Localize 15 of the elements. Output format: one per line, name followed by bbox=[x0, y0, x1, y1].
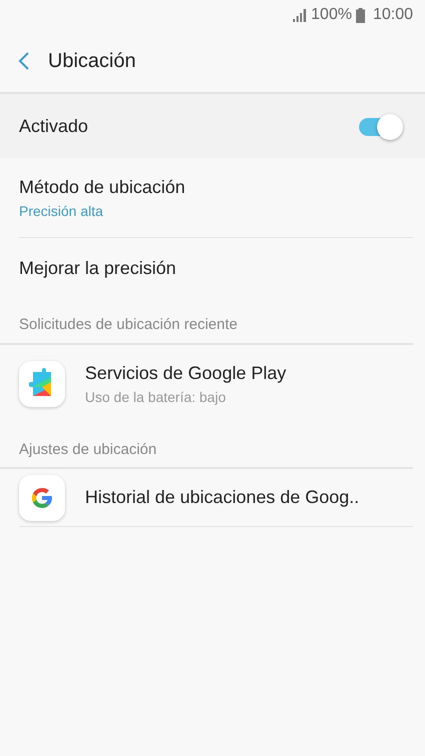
setting-title[interactable]: Método de ubicación bbox=[19, 174, 186, 200]
app-title[interactable]: Historial de ubicaciones de Goog.. bbox=[85, 484, 360, 511]
setting-value: Precisión alta bbox=[19, 202, 104, 220]
clock: 10:00 bbox=[372, 5, 413, 25]
toggle-switch[interactable] bbox=[357, 113, 403, 139]
signal-icon bbox=[293, 8, 308, 22]
battery-icon bbox=[356, 8, 365, 22]
setting-label: Activado bbox=[19, 114, 88, 138]
app-subtitle: Uso de la batería: bajo bbox=[85, 388, 227, 407]
battery-percentage: 100% bbox=[311, 5, 352, 25]
screen-title: Ubicación bbox=[48, 49, 136, 74]
app-title[interactable]: Servicios de Google Play bbox=[85, 360, 286, 386]
section-heading: Solicitudes de ubicación reciente bbox=[0, 298, 413, 344]
section-heading: Ajustes de ubicación bbox=[0, 422, 413, 469]
setting-title[interactable]: Mejorar la precisión bbox=[19, 254, 176, 282]
